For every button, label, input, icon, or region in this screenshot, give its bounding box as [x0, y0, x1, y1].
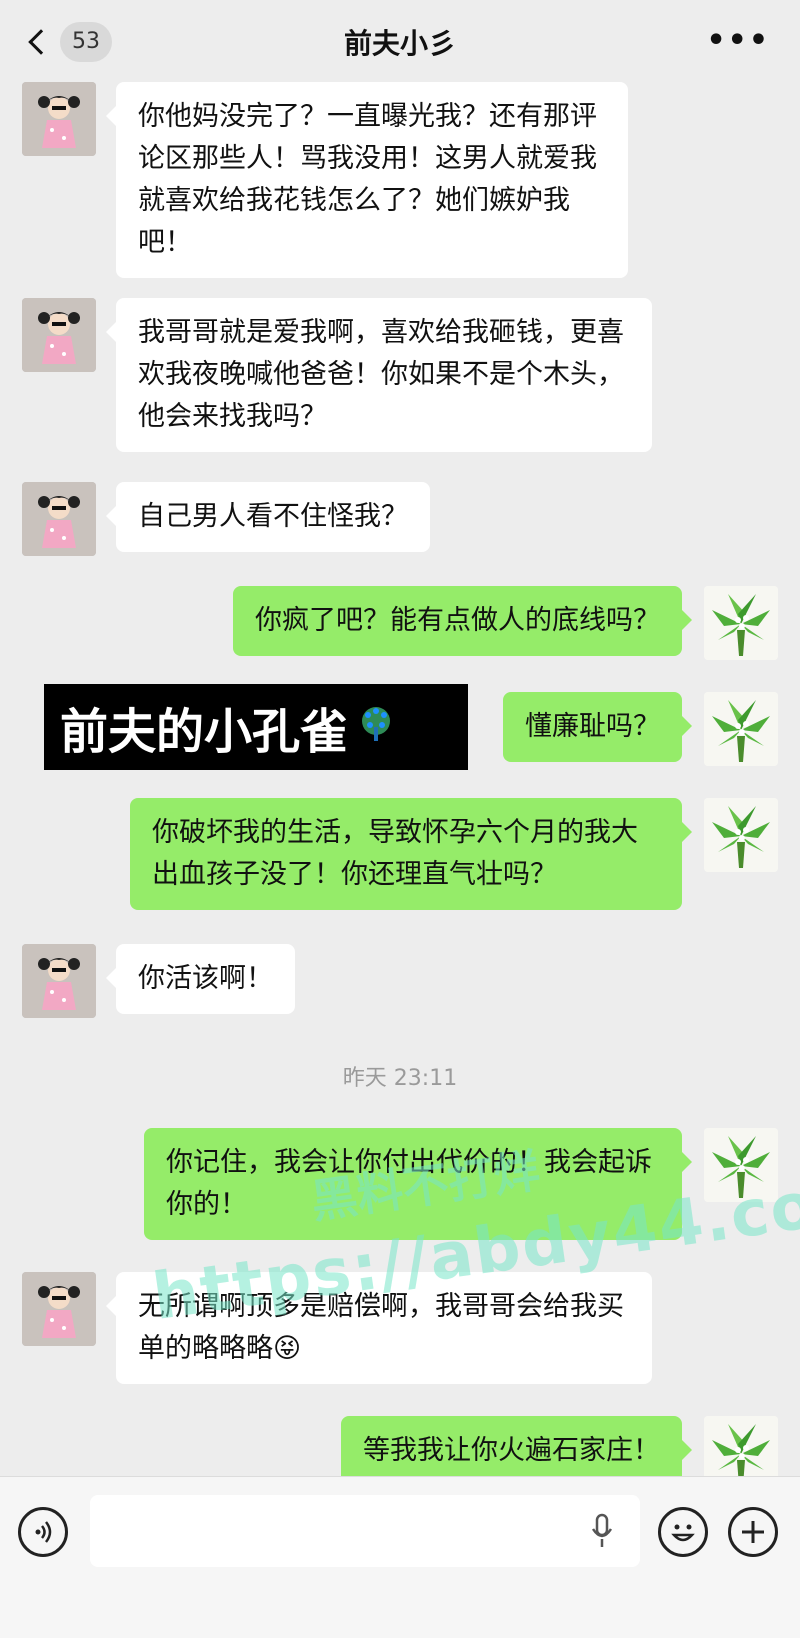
emoji-button[interactable]: [658, 1507, 708, 1557]
message-bubble[interactable]: 你疯了吧？能有点做人的底线吗？: [233, 586, 692, 656]
girl-avatar-icon: [22, 82, 96, 156]
message-bubble[interactable]: 你破坏我的生活，导致怀孕六个月的我大出血孩子没了！你还理直气壮吗？: [130, 798, 692, 910]
self-avatar[interactable]: [704, 586, 778, 660]
chat-title: 前夫小彡: [343, 27, 456, 60]
contact-avatar[interactable]: [22, 944, 96, 1018]
girl-avatar-icon: [22, 482, 96, 556]
message-bubble[interactable]: 懂廉耻吗？: [503, 692, 692, 762]
bouquet-avatar-icon: [704, 692, 778, 766]
back-button[interactable]: 53: [22, 20, 112, 64]
plus-icon: [742, 1521, 764, 1543]
girl-avatar-icon: [22, 1272, 96, 1346]
bouquet-avatar-icon: [704, 1128, 778, 1202]
input-bar: [0, 1476, 800, 1638]
unread-count-badge: 53: [60, 22, 112, 62]
add-attachment-button[interactable]: [728, 1507, 778, 1557]
bouquet-avatar-icon: [704, 798, 778, 872]
girl-avatar-icon: [22, 298, 96, 372]
self-avatar[interactable]: [704, 1128, 778, 1202]
overlay-caption-text: 前夫的小孔雀: [60, 704, 349, 760]
smiley-icon: [671, 1524, 695, 1542]
message-bubble[interactable]: 你活该啊！: [106, 944, 295, 1014]
bouquet-avatar-icon: [704, 586, 778, 660]
message-bubble[interactable]: 你他妈没完了？一直曝光我？还有那评论区那些人！骂我没用！这男人就爱我就喜欢给我花…: [106, 82, 628, 278]
message-bubble[interactable]: 自己男人看不住怪我？: [106, 482, 430, 552]
voice-icon: [35, 1521, 52, 1543]
voice-toggle-button[interactable]: [18, 1507, 68, 1557]
mic-icon[interactable]: [590, 1513, 614, 1553]
chat-header: 53 前夫小彡 •••: [0, 0, 800, 84]
peacock-icon: [356, 703, 396, 752]
message-input[interactable]: [90, 1495, 640, 1567]
self-avatar[interactable]: [704, 798, 778, 872]
message-bubble[interactable]: 你记住，我会让你付出代价的！我会起诉你的！: [144, 1128, 692, 1240]
contact-avatar[interactable]: [22, 298, 96, 372]
chat-timestamp: 昨天 23:11: [342, 1066, 458, 1091]
message-bubble[interactable]: 无所谓啊顶多是赔偿啊，我哥哥会给我买单的略略略😝: [106, 1272, 652, 1384]
girl-avatar-icon: [22, 944, 96, 1018]
chevron-left-icon: [28, 29, 54, 55]
overlay-caption: 前夫的小孔雀: [44, 684, 468, 770]
contact-avatar[interactable]: [22, 82, 96, 156]
self-avatar[interactable]: [704, 692, 778, 766]
more-options-icon[interactable]: •••: [706, 26, 770, 56]
contact-avatar[interactable]: [22, 482, 96, 556]
contact-avatar[interactable]: [22, 1272, 96, 1346]
message-bubble[interactable]: 我哥哥就是爱我啊，喜欢给我砸钱，更喜欢我夜晚喊他爸爸！你如果不是个木头，他会来找…: [106, 298, 652, 452]
